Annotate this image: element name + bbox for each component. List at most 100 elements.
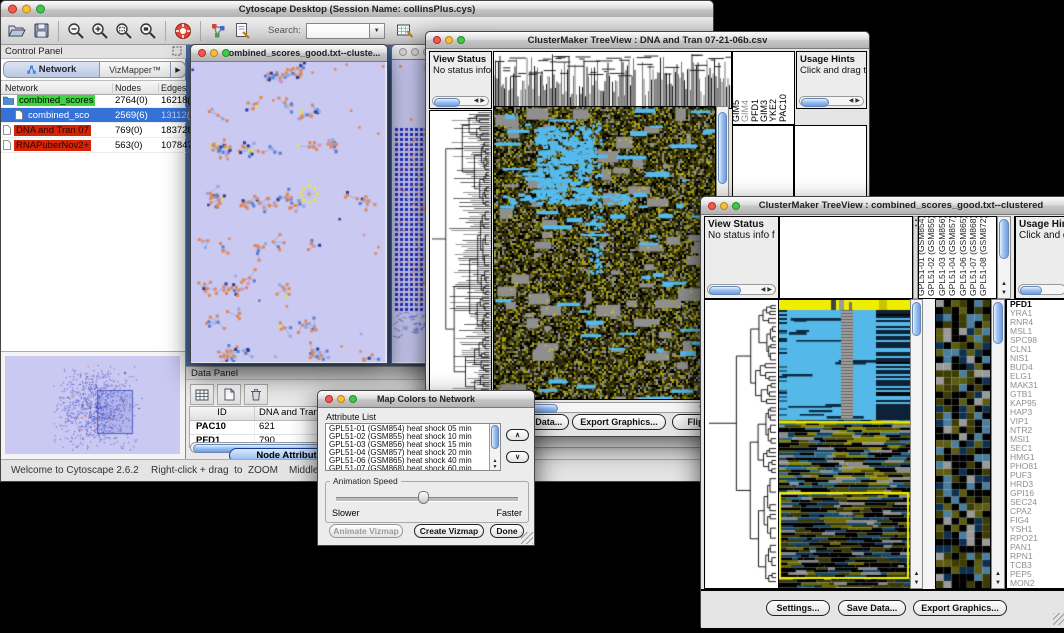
zoom-button[interactable] bbox=[36, 5, 45, 14]
network-nodes-count: 2764(0) bbox=[113, 95, 159, 106]
zoom-fit-button[interactable] bbox=[136, 20, 160, 42]
row-dendrogram-canvas[interactable] bbox=[705, 300, 778, 588]
network-overview-canvas[interactable] bbox=[5, 356, 180, 454]
attribute-listbox: GPL51-01 (GSM854) heat shock 05 minGPL51… bbox=[325, 423, 501, 471]
network-list-item[interactable]: RNAPuberNov2+563(0)107847(0) bbox=[1, 138, 186, 153]
close-button[interactable] bbox=[399, 48, 407, 56]
tv2-zoom-vscrollbar[interactable]: ▲▼ bbox=[991, 299, 1005, 589]
network-name-cell: DNA and Tran 07 bbox=[1, 123, 113, 137]
resize-grip[interactable] bbox=[521, 532, 533, 544]
attribute-list-vscrollbar[interactable]: ▲▼ bbox=[489, 424, 500, 470]
tv1-status-hscrollbar[interactable]: ◀▶ bbox=[432, 96, 489, 106]
tab-overflow-button[interactable]: ▶ bbox=[171, 61, 186, 78]
tv2-zoom-heatmap-panel bbox=[935, 299, 991, 589]
row-dendrogram-canvas[interactable] bbox=[430, 111, 491, 399]
zoom-button[interactable] bbox=[457, 36, 465, 44]
network-nodes-count: 563(0) bbox=[113, 140, 159, 151]
network-graphic-button[interactable] bbox=[206, 20, 230, 42]
column-dendrogram-canvas[interactable] bbox=[494, 52, 731, 108]
close-button[interactable] bbox=[433, 36, 441, 44]
delete-attribute-button[interactable] bbox=[244, 384, 268, 405]
heatmap-canvas[interactable] bbox=[779, 300, 910, 588]
heatmap-canvas[interactable] bbox=[494, 107, 715, 399]
zoom-in-button[interactable] bbox=[88, 20, 112, 42]
tv2-button-export-graphics[interactable]: Export Graphics... bbox=[913, 600, 1007, 616]
dialog-button-animate-vizmap: Animate Vizmap bbox=[329, 524, 403, 538]
close-button[interactable] bbox=[8, 5, 17, 14]
select-attributes-button[interactable] bbox=[190, 384, 214, 405]
network-list-item[interactable]: DNA and Tran 07769(0)183728(0) bbox=[1, 123, 186, 138]
tv1-usage-hscrollbar[interactable]: ◀▶ bbox=[799, 96, 864, 106]
tv1-column-dendrogram-panel bbox=[493, 51, 732, 109]
network-list-item[interactable]: combined_scores2764(0)16218(0) bbox=[1, 93, 186, 108]
annotation-button[interactable] bbox=[230, 20, 254, 42]
data-panel-title: Data Panel bbox=[191, 368, 238, 379]
minimize-button[interactable] bbox=[411, 48, 419, 56]
tab-network[interactable]: Network bbox=[3, 61, 100, 78]
tab-vizmapper[interactable]: VizMapper™ bbox=[100, 61, 171, 78]
close-button[interactable] bbox=[325, 395, 333, 403]
network-name: combined_sco bbox=[26, 110, 91, 121]
save-session-button[interactable] bbox=[29, 20, 53, 42]
tv1-view-status-panel: View Status No status info f ◀▶ bbox=[429, 51, 492, 109]
dialog-button-create-vizmap[interactable]: Create Vizmap bbox=[414, 524, 484, 538]
tv2-bottom-bar: Settings... Save Data... Export Graphics..… bbox=[701, 589, 1064, 628]
close-button[interactable] bbox=[198, 49, 206, 57]
usage-hints-text: Click and drag to bbox=[1016, 230, 1064, 241]
zoom-selected-button[interactable] bbox=[112, 20, 136, 42]
view-status-title: View Status bbox=[705, 217, 778, 230]
float-panel-icon[interactable] bbox=[172, 43, 182, 61]
usage-hints-title: Usage Hints bbox=[1016, 217, 1064, 230]
minimize-button[interactable] bbox=[445, 36, 453, 44]
tv1-button-export-graphics[interactable]: Export Graphics... bbox=[572, 414, 666, 430]
dialog-button-done[interactable]: Done bbox=[490, 524, 524, 538]
move-up-button[interactable]: ∧ bbox=[506, 429, 529, 441]
search-input[interactable] bbox=[306, 23, 370, 39]
zoom-button[interactable] bbox=[222, 49, 230, 57]
zoom-out-button[interactable] bbox=[64, 20, 88, 42]
speed-slider-thumb[interactable] bbox=[418, 491, 429, 504]
dialog-titlebar[interactable]: Map Colors to Network bbox=[318, 391, 534, 408]
network-name-cell: combined_scores bbox=[1, 93, 113, 107]
minimize-button[interactable] bbox=[720, 202, 728, 210]
treeview2-titlebar[interactable]: ClusterMaker TreeView : combined_scores_… bbox=[701, 197, 1064, 215]
tv2-usage-hints-panel: Usage Hints Click and drag to bbox=[1014, 216, 1064, 299]
tv2-heatmap-vscrollbar[interactable]: ▲▼ bbox=[910, 299, 923, 589]
resize-grip[interactable] bbox=[1053, 613, 1064, 625]
column-header-id[interactable]: ID bbox=[190, 407, 255, 420]
heatmap-column-label: GPL51-07 (GSM868) bbox=[968, 216, 978, 296]
tv2-heatmap-panel bbox=[778, 299, 911, 589]
folder-icon bbox=[3, 96, 14, 105]
main-titlebar[interactable]: Cytoscape Desktop (Session Name: collins… bbox=[1, 1, 713, 18]
help-lifering-icon[interactable] bbox=[171, 20, 195, 42]
tv2-usage-hscrollbar[interactable] bbox=[1018, 284, 1064, 295]
status-hint-zoom: Right-click + drag to ZOOM bbox=[151, 465, 278, 476]
slower-label: Slower bbox=[332, 508, 360, 518]
minimize-button[interactable] bbox=[210, 49, 218, 57]
tv2-status-hscrollbar[interactable]: ◀▶ bbox=[707, 284, 776, 295]
tv2-button-settings[interactable]: Settings... bbox=[766, 600, 830, 616]
network-window-titlebar[interactable]: combined_scores_good.txt--cluste... bbox=[191, 45, 387, 62]
attribute-list-item[interactable]: GPL51-07 (GSM868) heat shock 60 min bbox=[329, 465, 500, 471]
zoom-button[interactable] bbox=[732, 202, 740, 210]
treeview1-titlebar[interactable]: ClusterMaker TreeView : DNA and Tran 07-… bbox=[426, 32, 869, 49]
minimize-button[interactable] bbox=[22, 5, 31, 14]
table-import-button[interactable] bbox=[393, 20, 417, 42]
zoom-button[interactable] bbox=[349, 395, 357, 403]
gene-label[interactable]: MON2 bbox=[1007, 579, 1064, 588]
network-list-item[interactable]: combined_sco2569(6)13112(15) bbox=[1, 108, 186, 123]
tv2-collabels-vscrollbar[interactable]: ▲▼ bbox=[997, 216, 1011, 299]
tv1-column-labels-panel: GIM5GIM4PFD1GIM3YKE2PAC10 bbox=[732, 51, 795, 125]
minimize-button[interactable] bbox=[337, 395, 345, 403]
search-dropdown-button[interactable]: ▼ bbox=[370, 23, 385, 39]
open-session-button[interactable] bbox=[5, 20, 29, 42]
tv2-button-save-data[interactable]: Save Data... bbox=[838, 600, 906, 616]
move-down-button[interactable]: ∨ bbox=[506, 451, 529, 463]
create-attribute-button[interactable] bbox=[217, 384, 241, 405]
dialog-title: Map Colors to Network bbox=[377, 394, 475, 404]
network-canvas[interactable] bbox=[191, 62, 385, 362]
network-name: DNA and Tran 07 bbox=[14, 125, 91, 136]
close-button[interactable] bbox=[708, 202, 716, 210]
tv2-gene-labels: PFD1YRA1RNR4MSL1SPC98CLN1NIS1BUD4ELG1MAK… bbox=[1005, 299, 1064, 589]
zoom-heatmap-canvas[interactable] bbox=[936, 300, 990, 588]
